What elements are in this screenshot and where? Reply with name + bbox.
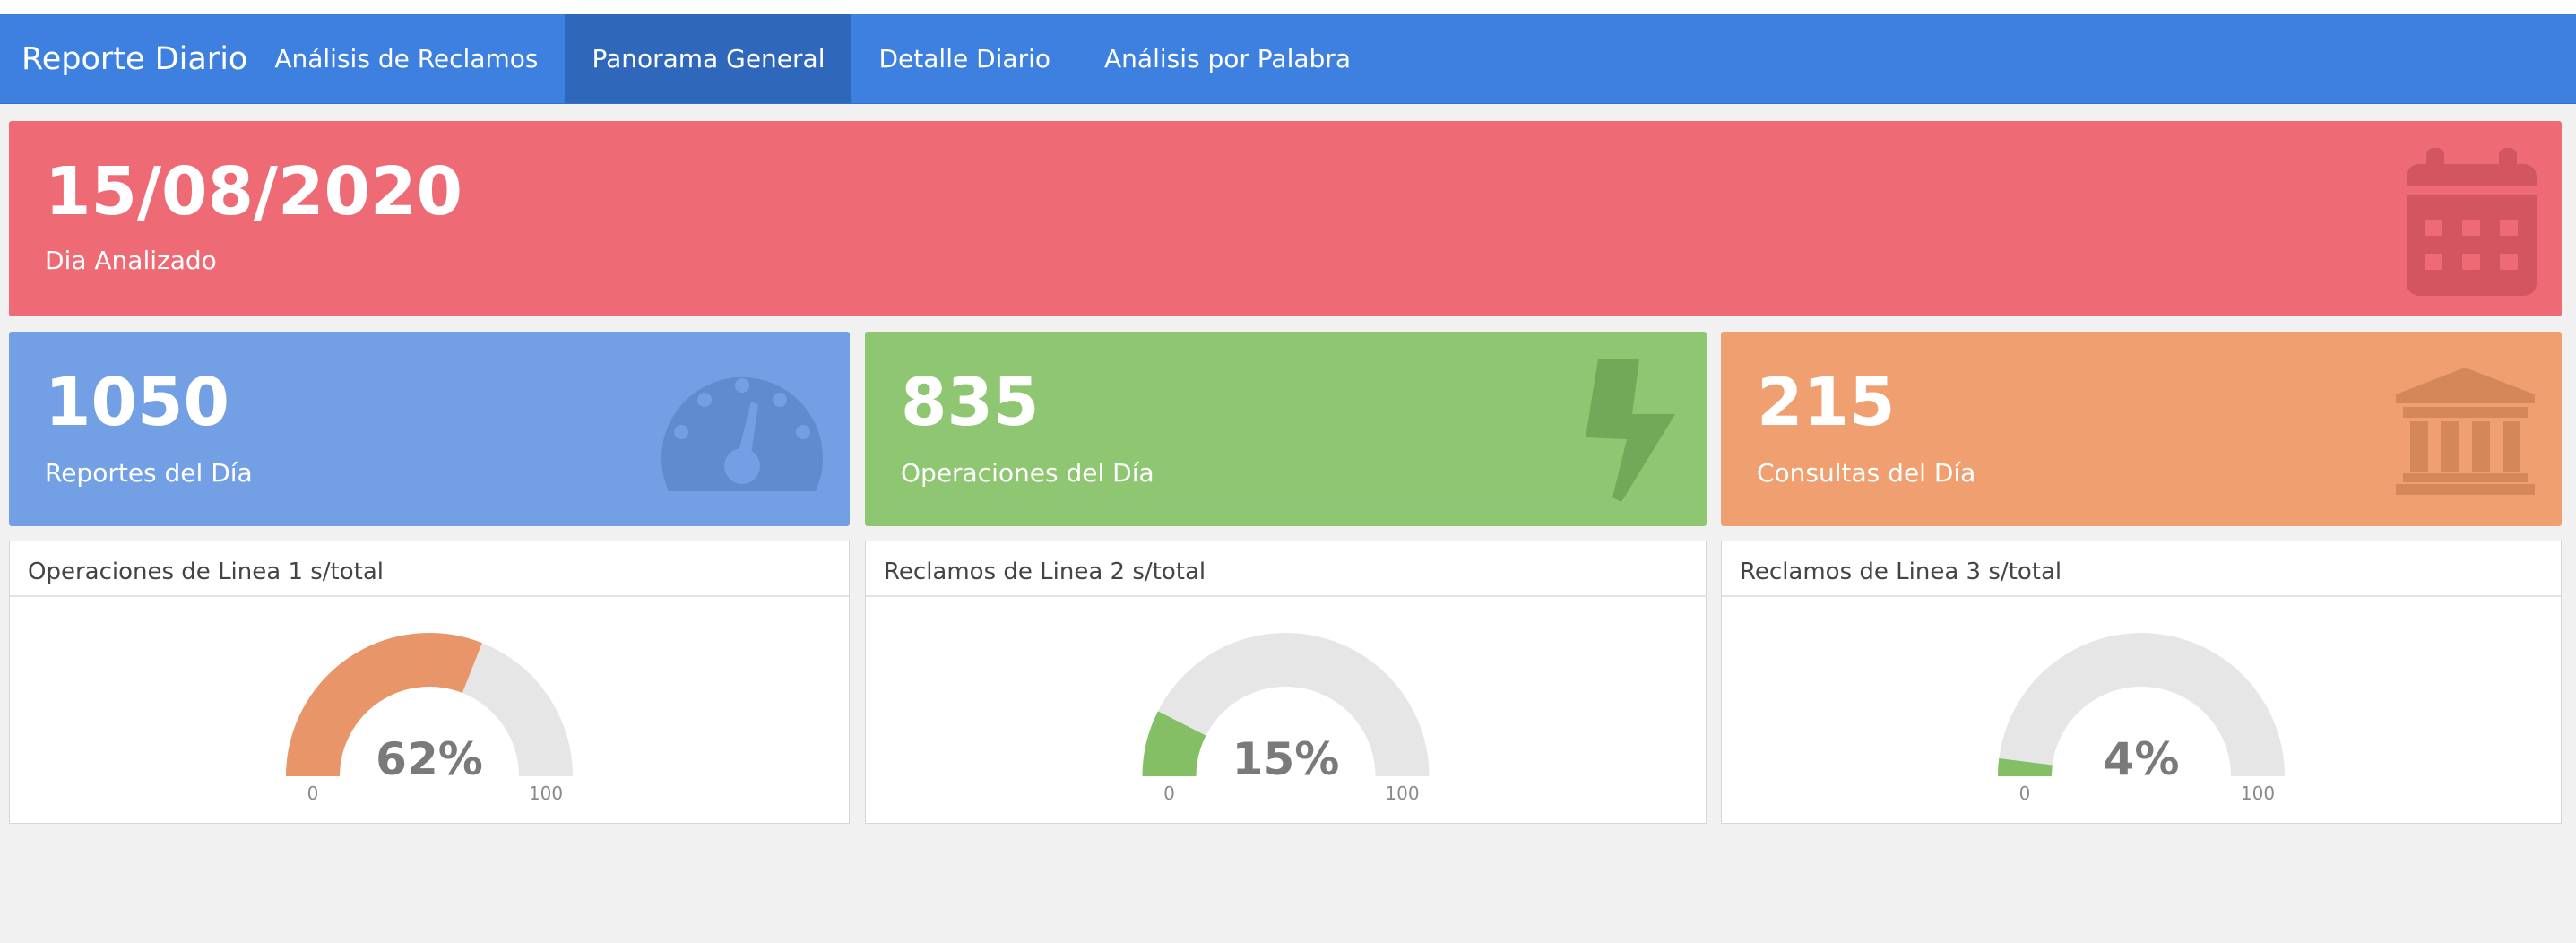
analyzed-date: 15/08/2020 — [45, 153, 462, 230]
gauge-panel-linea-2: Reclamos de Linea 2 s/total 15% 0 100 — [865, 541, 1707, 824]
stat-box-operaciones: 835 Operaciones del Día — [865, 332, 1707, 526]
lightning-bolt-icon — [1586, 359, 1680, 506]
stat-value: 835 — [901, 364, 1040, 441]
nav-link-analisis-palabra[interactable]: Análisis por Palabra — [1077, 14, 1378, 103]
gauge-min-label: 0 — [1163, 783, 1175, 804]
gauge-max-label: 100 — [1385, 783, 1419, 804]
gauge-min-label: 0 — [2019, 783, 2031, 804]
stat-box-consultas: 215 Consultas del Día — [1721, 332, 2562, 526]
gauge-panel-title: Operaciones de Linea 1 s/total — [10, 541, 849, 597]
gauge-max-label: 100 — [529, 783, 563, 804]
dashboard-gauge-icon — [661, 366, 823, 499]
gauge-chart: 15% 0 100 — [1142, 633, 1430, 804]
bank-institution-icon — [2396, 368, 2535, 498]
stat-label: Consultas del Día — [1757, 458, 1976, 488]
gauge-value: 15% — [1232, 733, 1340, 785]
nav-link-detalle-diario[interactable]: Detalle Diario — [851, 14, 1077, 103]
top-strip — [0, 0, 2576, 14]
brand-title[interactable]: Reporte Diario — [0, 14, 272, 103]
calendar-icon — [2407, 148, 2537, 299]
gauge-panel-linea-1: Operaciones de Linea 1 s/total 62% 0 100 — [9, 541, 850, 824]
stat-label: Reportes del Día — [45, 458, 253, 488]
navbar: Reporte Diario Análisis de Reclamos Pano… — [0, 14, 2576, 104]
stat-value: 1050 — [45, 364, 229, 441]
gauge-value: 4% — [2104, 733, 2180, 785]
gauge-panel-title: Reclamos de Linea 2 s/total — [866, 541, 1706, 597]
gauge-min-label: 0 — [307, 783, 319, 804]
nav-link-panorama-general[interactable]: Panorama General — [565, 14, 852, 103]
gauge-chart: 4% 0 100 — [1998, 633, 2285, 804]
gauge-panel-title: Reclamos de Linea 3 s/total — [1722, 541, 2561, 597]
stat-value: 215 — [1757, 364, 1896, 441]
stat-box-reportes: 1050 Reportes del Día — [9, 332, 850, 526]
date-info-box: 15/08/2020 Dia Analizado — [9, 121, 2562, 316]
analyzed-date-label: Dia Analizado — [45, 246, 217, 275]
gauge-chart: 62% 0 100 — [286, 633, 573, 804]
gauge-max-label: 100 — [2241, 783, 2275, 804]
gauge-panel-linea-3: Reclamos de Linea 3 s/total 4% 0 100 — [1721, 541, 2562, 824]
gauge-value: 62% — [376, 733, 483, 785]
stat-label: Operaciones del Día — [901, 458, 1154, 488]
nav-link-analisis-reclamos[interactable]: Análisis de Reclamos — [272, 14, 565, 103]
